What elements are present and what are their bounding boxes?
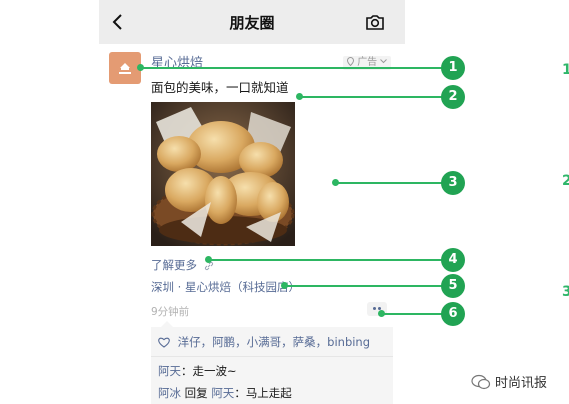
likes-comments-panel: 洋仔，阿鹏，小满哥，萨桑，binbing 阿天：走一波~ 阿冰 回复 阿天：马上… — [151, 321, 393, 404]
likes-names[interactable]: 洋仔，阿鹏，小满哥，萨桑，binbing — [178, 335, 370, 349]
learn-more-label: 了解更多 — [151, 258, 197, 272]
comment-item[interactable]: 阿冰 回复 阿天：马上走起 — [158, 385, 292, 401]
divider — [151, 356, 393, 357]
bakery-logo-icon — [119, 63, 131, 74]
edge-number: 1 — [562, 62, 569, 78]
post-text: 面包的美味，一口就知道 — [151, 80, 289, 95]
edge-number: 2 — [562, 173, 569, 189]
callout-line — [335, 182, 442, 184]
callout-badge: 6 — [441, 302, 465, 326]
callout-line — [284, 285, 442, 287]
ad-post-card: 星心烘焙 广告 面包的美味，一口就知道 了解更多 深圳 · 星心烘焙（科技园店）… — [99, 44, 405, 404]
heart-icon — [158, 337, 170, 348]
comment-text: 走一波~ — [192, 364, 237, 378]
page-title: 朋友圈 — [229, 14, 275, 32]
callout-line — [140, 67, 442, 69]
callout-badge: 1 — [441, 56, 465, 80]
wechat-icon — [471, 374, 491, 389]
callout-line — [208, 259, 442, 261]
moments-screen: 朋友圈 星心烘焙 广告 面包的美味，一口就知道 了解更多 深圳 · 星心烘焙（科… — [99, 0, 405, 404]
commenter-name[interactable]: 阿天 — [158, 364, 181, 378]
callout-badge: 2 — [441, 85, 465, 109]
watermark: 时尚讯报 — [467, 370, 552, 393]
comment-separator: ： — [234, 386, 246, 400]
bread-basket-image[interactable] — [151, 102, 295, 246]
location-link[interactable]: 深圳 · 星心烘焙（科技园店） — [151, 279, 300, 295]
likes-list: 洋仔，阿鹏，小满哥，萨桑，binbing — [158, 334, 370, 350]
callout-badge: 5 — [441, 274, 465, 298]
callout-line — [381, 313, 442, 315]
reply-target-name[interactable]: 阿天 — [211, 386, 234, 400]
commenter-name[interactable]: 阿冰 — [158, 386, 181, 400]
comment-item[interactable]: 阿天：走一波~ — [158, 363, 237, 379]
post-time: 9分钟前 — [151, 306, 190, 318]
chevron-down-icon — [380, 59, 388, 64]
callout-badge: 3 — [441, 171, 465, 195]
callout-badge: 4 — [441, 248, 465, 272]
edge-number: 3 — [562, 284, 569, 300]
comment-text: 马上走起 — [245, 386, 292, 400]
callout-line — [299, 96, 442, 98]
comment-separator: ： — [181, 364, 193, 378]
top-bar: 朋友圈 — [99, 0, 405, 45]
watermark-text: 时尚讯报 — [495, 376, 548, 391]
camera-icon[interactable] — [365, 13, 385, 31]
location-pin-icon — [346, 56, 355, 67]
reply-word: 回复 — [181, 386, 212, 400]
